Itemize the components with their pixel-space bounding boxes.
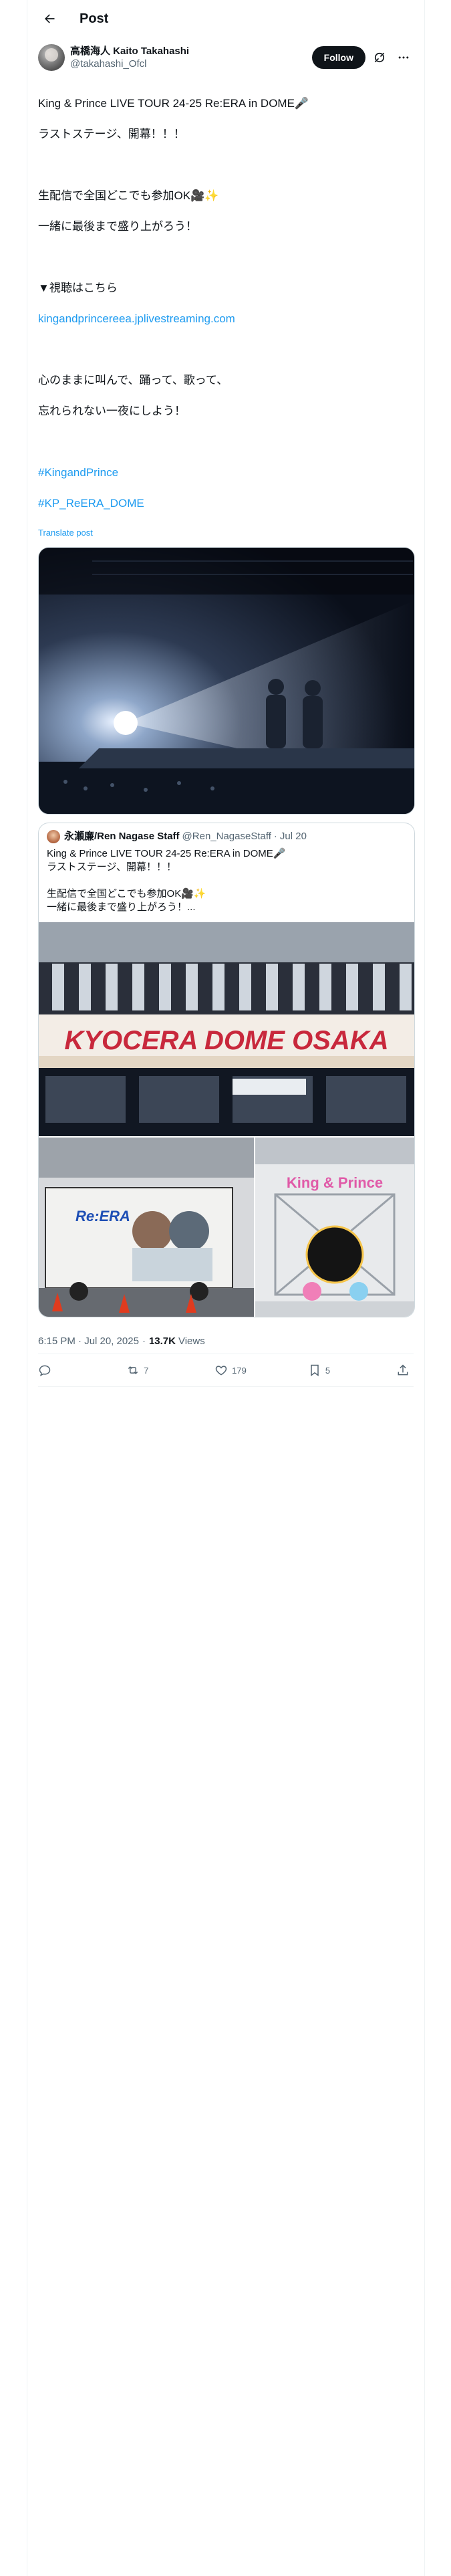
- post-timestamp[interactable]: 6:15 PM · Jul 20, 2025: [38, 1335, 139, 1347]
- quoted-line: [47, 874, 406, 887]
- post-line: 忘れられない一夜にしよう！: [38, 405, 186, 417]
- back-button[interactable]: [38, 7, 61, 30]
- top-bar: Post: [27, 0, 424, 37]
- reply-icon: [39, 1365, 51, 1376]
- post-line: [38, 157, 414, 173]
- quoted-line: ラストステージ、開幕！！！: [47, 861, 176, 873]
- more-icon: [398, 56, 409, 59]
- post-author: 高橋海人 Kaito Takahashi @takahashi_Ofcl Fol…: [27, 37, 424, 74]
- post-line: [38, 249, 414, 265]
- truck-photo-image: Re:ERA: [39, 1138, 254, 1317]
- quoted-text: King & Prince LIVE TOUR 24-25 Re:ERA in …: [39, 843, 414, 920]
- dome-sign-text: KYOCERA DOME OSAKA: [64, 1026, 388, 1055]
- post-actions: 7 179 5: [38, 1354, 414, 1387]
- post-line: 一緒に最後まで盛り上がろう！: [38, 220, 197, 233]
- page-title: Post: [80, 11, 109, 26]
- quoted-line: 生配信で全国どこでも参加OK🎥✨: [47, 888, 206, 899]
- quoted-line: 一緒に最後まで盛り上がろう！...: [47, 901, 196, 913]
- quoted-avatar: [47, 830, 60, 843]
- reply-button[interactable]: [38, 1364, 65, 1377]
- repost-count: 7: [144, 1365, 149, 1376]
- translate-post-link[interactable]: Translate post: [27, 526, 424, 538]
- repost-button[interactable]: 7: [126, 1364, 153, 1377]
- like-count: 179: [232, 1365, 247, 1376]
- hashtag-link[interactable]: #KingandPrince: [38, 465, 414, 480]
- post-column: Post 高橋海人 Kaito Takahashi @takahashi_Ofc…: [27, 0, 425, 2576]
- post-line: [38, 342, 414, 357]
- quoted-line: King & Prince LIVE TOUR 24-25 Re:ERA in …: [47, 848, 286, 859]
- share-button[interactable]: [396, 1364, 414, 1377]
- bookmark-count: 5: [325, 1365, 331, 1376]
- post-line: 心のままに叫んで、踊って、歌って、: [38, 374, 229, 387]
- like-button[interactable]: 179: [214, 1364, 247, 1377]
- grok-icon: [374, 52, 385, 63]
- stage-photo-image: King & Prince: [255, 1138, 414, 1317]
- share-icon: [398, 1364, 408, 1376]
- author-display-name[interactable]: 高橋海人 Kaito Takahashi: [70, 45, 189, 58]
- post-text: King & Prince LIVE TOUR 24-25 Re:ERA in …: [27, 74, 424, 526]
- dome-photo-image: KYOCERA DOME OSAKA: [39, 922, 414, 1136]
- views-count: 13.7K: [148, 1335, 176, 1347]
- author-names: 高橋海人 Kaito Takahashi @takahashi_Ofcl: [70, 45, 189, 70]
- quoted-photo-truck[interactable]: Re:ERA: [39, 1138, 254, 1317]
- post-line: ラストステージ、開幕！！！: [38, 128, 185, 140]
- post-line: 生配信で全国どこでも参加OK🎥✨: [38, 189, 219, 202]
- quoted-photo-stage[interactable]: King & Prince: [255, 1138, 414, 1317]
- quoted-handle: @Ren_NagaseStaff: [182, 831, 271, 842]
- repost-icon: [128, 1366, 138, 1375]
- stream-link[interactable]: kingandprincereea.jplivestreaming.com: [38, 311, 414, 326]
- concert-stage-image: [39, 548, 414, 814]
- bookmark-button[interactable]: 5: [308, 1364, 335, 1377]
- quoted-date: Jul 20: [279, 831, 307, 842]
- truck-logo-text: Re:ERA: [76, 1208, 130, 1224]
- grok-button[interactable]: [369, 47, 390, 68]
- post-photo[interactable]: [38, 547, 415, 815]
- quoted-media-grid: KYOCERA DOME OSAKA Re:ERA King & Prince: [39, 922, 414, 1317]
- views-label: Views: [178, 1335, 205, 1347]
- post-line: King & Prince LIVE TOUR 24-25 Re:ERA in …: [38, 97, 309, 110]
- meta-separator: ·: [142, 1335, 146, 1347]
- quoted-post[interactable]: 永瀬廉/Ren Nagase Staff @Ren_NagaseStaff · …: [38, 823, 415, 1317]
- quoted-photo-dome[interactable]: KYOCERA DOME OSAKA: [39, 922, 414, 1136]
- post-line: [38, 434, 414, 449]
- author-handle[interactable]: @takahashi_Ofcl: [70, 58, 189, 70]
- back-arrow-icon: [45, 14, 55, 23]
- follow-button[interactable]: Follow: [311, 46, 365, 69]
- avatar[interactable]: [38, 44, 65, 71]
- quoted-display-name: 永瀬廉/Ren Nagase Staff: [64, 831, 180, 842]
- author-actions: Follow: [311, 46, 414, 69]
- post-line: ▼視聴はこちら: [38, 282, 118, 294]
- quoted-post-header: 永瀬廉/Ren Nagase Staff @Ren_NagaseStaff · …: [39, 823, 414, 843]
- stage-logo-text: King & Prince: [287, 1174, 383, 1191]
- quoted-separator: ·: [273, 831, 277, 842]
- bookmark-icon: [311, 1364, 319, 1376]
- more-button[interactable]: [394, 47, 414, 68]
- post-meta: 6:15 PM · Jul 20, 2025 · 13.7K Views: [38, 1317, 414, 1354]
- like-icon: [215, 1366, 227, 1376]
- hashtag-link[interactable]: #KP_ReERA_DOME: [38, 496, 414, 511]
